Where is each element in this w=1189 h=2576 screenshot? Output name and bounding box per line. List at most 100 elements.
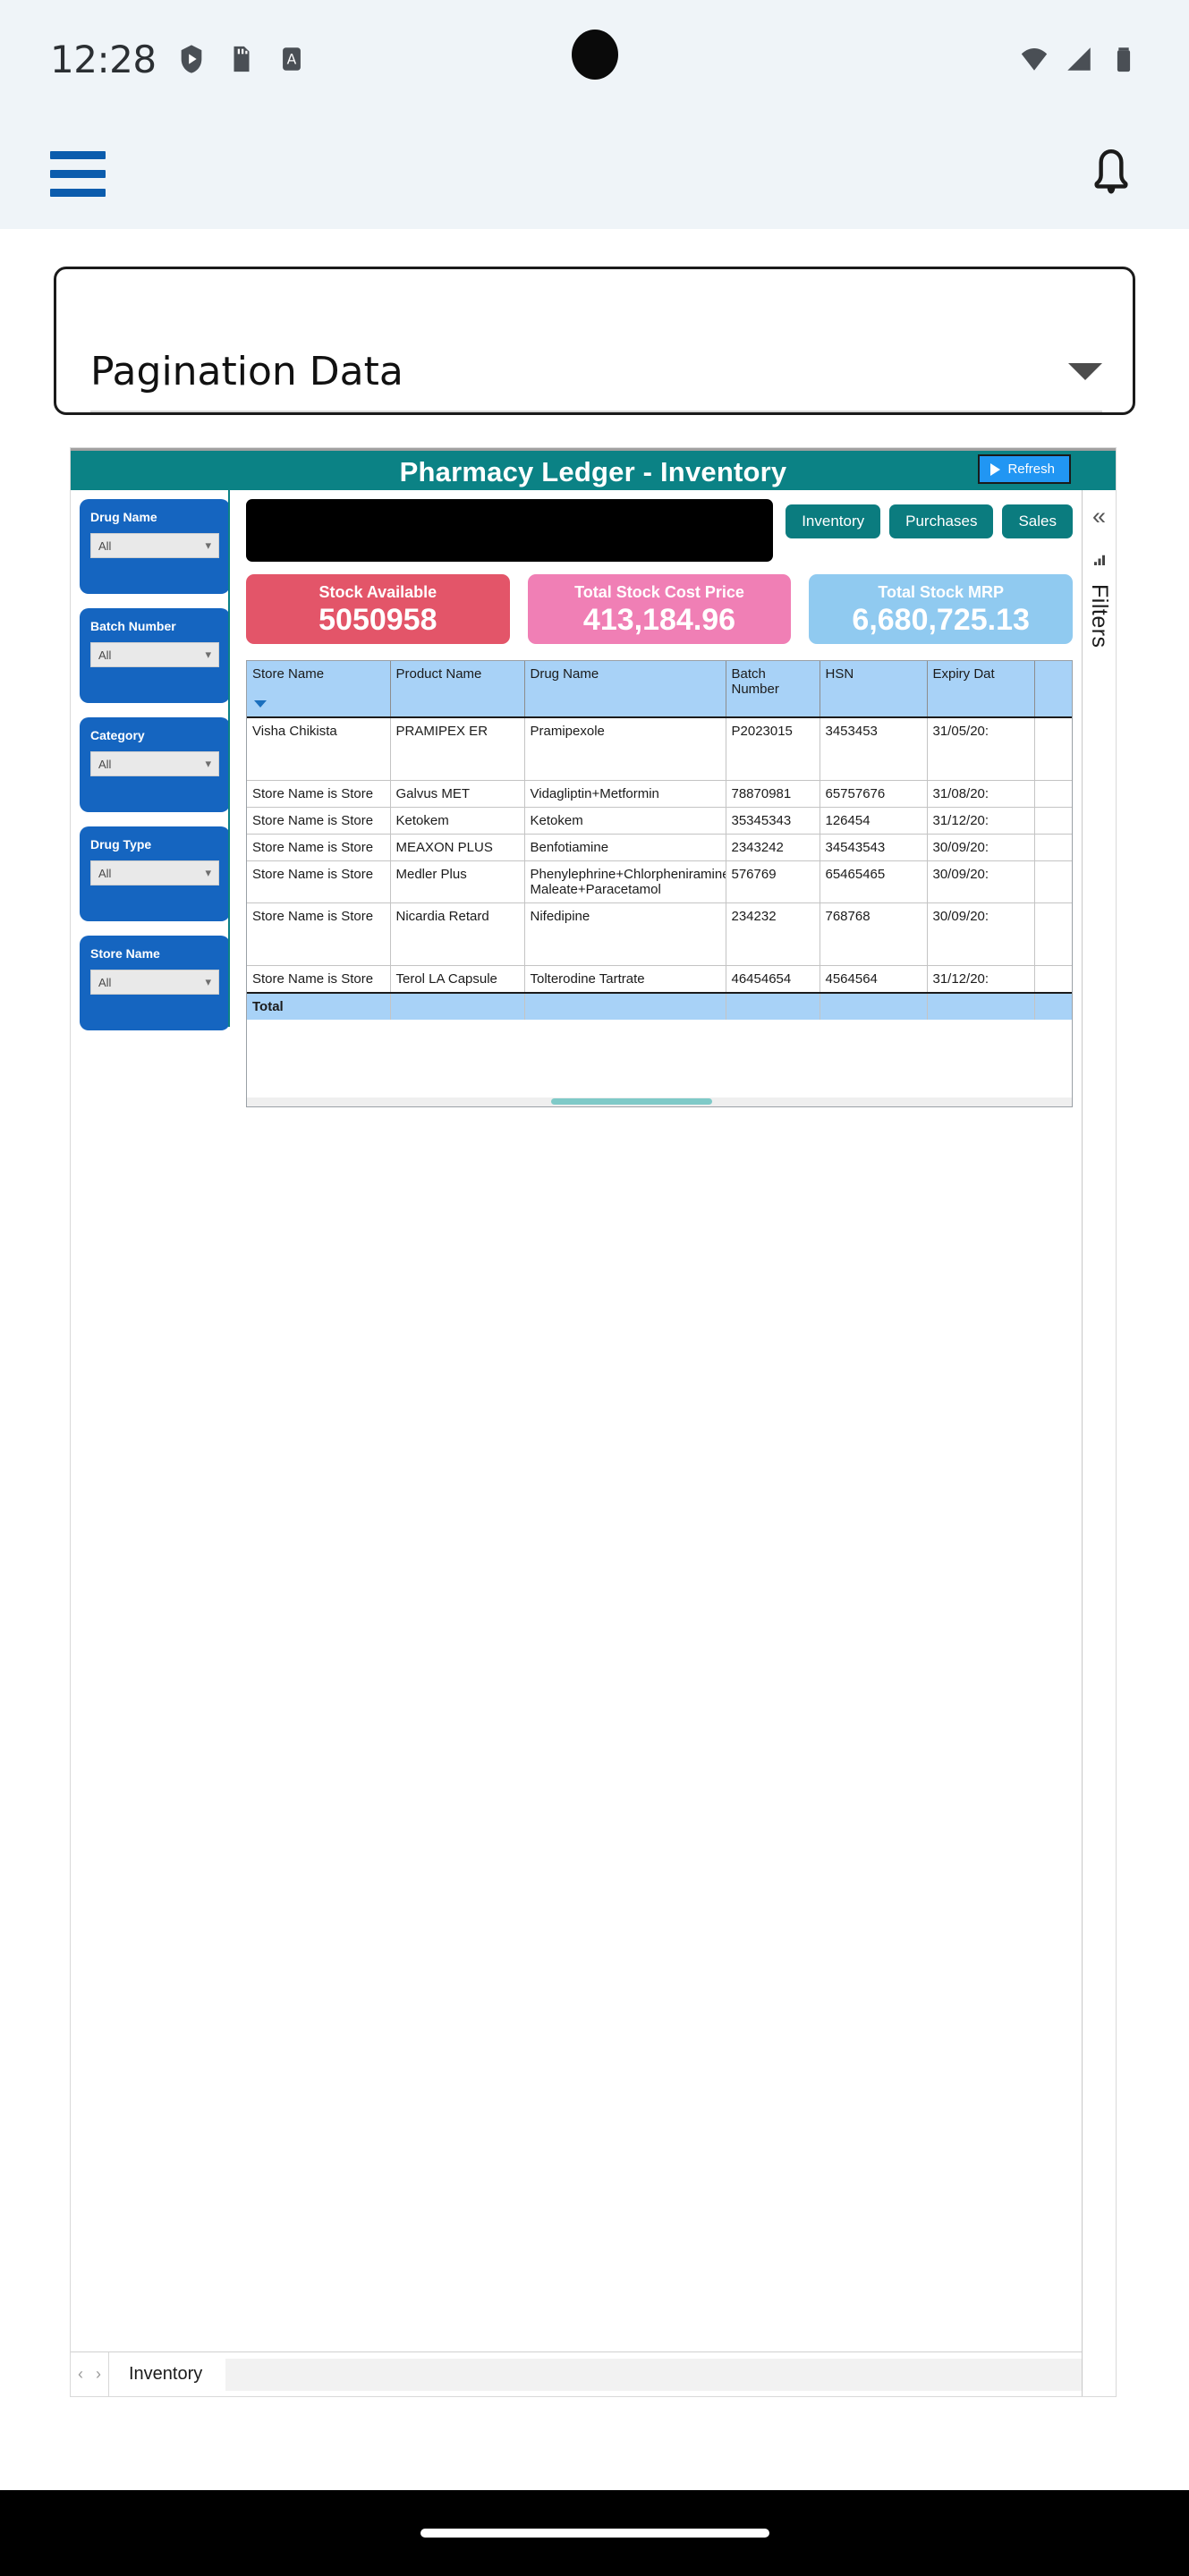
slicer-dropdown[interactable]: All ▾ — [90, 642, 219, 667]
slicer-value: All — [98, 757, 112, 771]
kpi-total-stock-cost-price[interactable]: Total Stock Cost Price 413,184.96 — [527, 574, 792, 644]
cell-drug-name: Nifedipine — [524, 902, 726, 966]
chevron-down-icon[interactable] — [1068, 363, 1102, 380]
slicer-store-name[interactable]: Store Name All ▾ — [80, 936, 230, 1030]
blank-visual-panel — [246, 499, 774, 562]
cell-drug-name: Tolterodine Tartrate — [524, 965, 726, 993]
dropdown-inner: Pagination Data — [90, 349, 1102, 412]
table-row[interactable]: Store Name is Store Galvus MET Vidaglipt… — [247, 780, 1072, 808]
slicer-dropdown[interactable]: All ▾ — [90, 533, 219, 558]
cell-product-name: MEAXON PLUS — [390, 834, 525, 861]
filters-rail[interactable]: « Filters — [1082, 490, 1116, 2396]
sort-ascending-icon[interactable] — [254, 700, 267, 708]
table-row[interactable]: Visha Chikista PRAMIPEX ER Pramipexole P… — [247, 717, 1072, 781]
play-icon — [990, 462, 1001, 476]
slicer-value: All — [98, 975, 112, 989]
cell-expiry-date: 30/09/20: — [927, 860, 1035, 903]
table-body: Visha Chikista PRAMIPEX ER Pramipexole P… — [247, 717, 1072, 1020]
chevron-down-icon: ▾ — [205, 757, 211, 770]
column-header-batch-number[interactable]: Batch Number — [726, 661, 820, 718]
slicer-value: All — [98, 866, 112, 880]
page-navigation-arrows[interactable]: ‹ › — [71, 2352, 109, 2396]
column-header-drug-name[interactable]: Drug Name — [524, 661, 726, 718]
chevron-down-icon: ▾ — [205, 866, 211, 879]
cell-hsn: 34543543 — [820, 834, 928, 861]
dropdown-container: Pagination Data — [0, 229, 1189, 415]
cell-product-name: Nicardia Retard — [390, 902, 525, 966]
cell-drug-name: Phenylephrine+Chlorpheniramine Maleate+P… — [524, 860, 726, 903]
inventory-table-container[interactable]: Store Name Product Name Drug Name Batch … — [246, 660, 1073, 1107]
sd-card-icon — [234, 46, 250, 72]
home-gesture-pill[interactable] — [420, 2529, 769, 2538]
kpi-total-stock-mrp[interactable]: Total Stock MRP 6,680,725.13 — [809, 574, 1074, 644]
tab-inventory[interactable]: Inventory — [786, 504, 881, 538]
cell-batch-number: 78870981 — [726, 780, 820, 808]
bell-icon[interactable] — [1083, 144, 1139, 203]
column-header-overflow — [1034, 661, 1072, 718]
slicer-category[interactable]: Category All ▾ — [80, 717, 230, 812]
column-header-product-name[interactable]: Product Name — [390, 661, 525, 718]
slicer-dropdown[interactable]: All ▾ — [90, 751, 219, 776]
total-cell — [927, 991, 1035, 1020]
cell-batch-number: 35345343 — [726, 807, 820, 835]
slicer-label: Store Name — [90, 946, 160, 961]
refresh-button[interactable]: Refresh — [978, 454, 1071, 484]
kpi-row: Stock Available 5050958 Total Stock Cost… — [246, 574, 1074, 644]
total-cell — [726, 991, 820, 1020]
cell-hsn: 768768 — [820, 902, 928, 966]
slicer-value: All — [98, 538, 112, 553]
total-cell — [820, 991, 928, 1020]
cell-batch-number: 576769 — [726, 860, 820, 903]
total-cell — [524, 991, 726, 1020]
kpi-value: 5050958 — [318, 603, 437, 637]
top-row: Inventory Purchases Sales — [246, 499, 1073, 562]
slicer-drug-type[interactable]: Drug Type All ▾ — [80, 826, 230, 921]
svg-text:A: A — [286, 52, 296, 68]
play-shield-icon — [181, 45, 201, 73]
double-chevron-left-icon[interactable]: « — [1092, 504, 1106, 529]
status-bar-left: 12:28 A — [50, 38, 307, 81]
cell-hsn: 126454 — [820, 807, 928, 835]
kpi-stock-available[interactable]: Stock Available 5050958 — [246, 574, 510, 644]
cell-overflow — [1034, 717, 1072, 781]
wifi-icon — [1021, 47, 1048, 71]
cell-hsn: 65757676 — [820, 780, 928, 808]
hamburger-menu-icon[interactable] — [50, 150, 106, 197]
cell-batch-number: 46454654 — [726, 965, 820, 993]
chevron-right-icon[interactable]: › — [96, 2365, 101, 2384]
cell-expiry-date: 31/12/20: — [927, 965, 1035, 993]
cell-hsn: 3453453 — [820, 717, 928, 781]
slicer-batch-number[interactable]: Batch Number All ▾ — [80, 608, 230, 703]
slicer-drug-name[interactable]: Drug Name All ▾ — [80, 499, 230, 594]
battery-icon — [1117, 47, 1131, 72]
cell-batch-number: 2343242 — [726, 834, 820, 861]
table-horizontal-scrollbar[interactable] — [247, 1097, 1072, 1106]
slicer-dropdown[interactable]: All ▾ — [90, 860, 219, 886]
table-row[interactable]: Store Name is Store Nicardia Retard Nife… — [247, 902, 1072, 966]
refresh-button-label: Refresh — [1007, 462, 1055, 477]
cell-overflow — [1034, 902, 1072, 966]
column-header-hsn[interactable]: HSN — [820, 661, 928, 718]
chevron-left-icon[interactable]: ‹ — [78, 2365, 83, 2384]
cell-store-name: Store Name is Store — [247, 902, 391, 966]
table-row[interactable]: Store Name is Store MEAXON PLUS Benfotia… — [247, 834, 1072, 861]
slicer-label: Drug Type — [90, 837, 152, 852]
column-header-store-name[interactable]: Store Name — [247, 661, 391, 718]
page-tab-inventory[interactable]: Inventory — [109, 2352, 222, 2396]
table-row[interactable]: Store Name is Store Ketokem Ketokem 3534… — [247, 807, 1072, 835]
cell-product-name: Terol LA Capsule — [390, 965, 525, 993]
pagination-data-dropdown[interactable]: Pagination Data — [54, 267, 1135, 415]
tab-purchases[interactable]: Purchases — [889, 504, 994, 538]
chevron-down-icon: ▾ — [205, 538, 211, 552]
kpi-title: Total Stock Cost Price — [574, 583, 744, 601]
tab-sales[interactable]: Sales — [1002, 504, 1073, 538]
kpi-value: 6,680,725.13 — [852, 603, 1030, 637]
report-main-area: Inventory Purchases Sales Stock Availabl… — [246, 499, 1074, 1107]
cell-store-name: Store Name is Store — [247, 860, 391, 903]
slicer-dropdown[interactable]: All ▾ — [90, 970, 219, 995]
column-header-expiry-date[interactable]: Expiry Dat — [927, 661, 1035, 718]
table-row[interactable]: Store Name is Store Terol LA Capsule Tol… — [247, 965, 1072, 993]
scrollbar-thumb[interactable] — [551, 1098, 712, 1105]
table-header-row: Store Name Product Name Drug Name Batch … — [247, 661, 1072, 718]
table-row[interactable]: Store Name is Store Medler Plus Phenylep… — [247, 860, 1072, 903]
